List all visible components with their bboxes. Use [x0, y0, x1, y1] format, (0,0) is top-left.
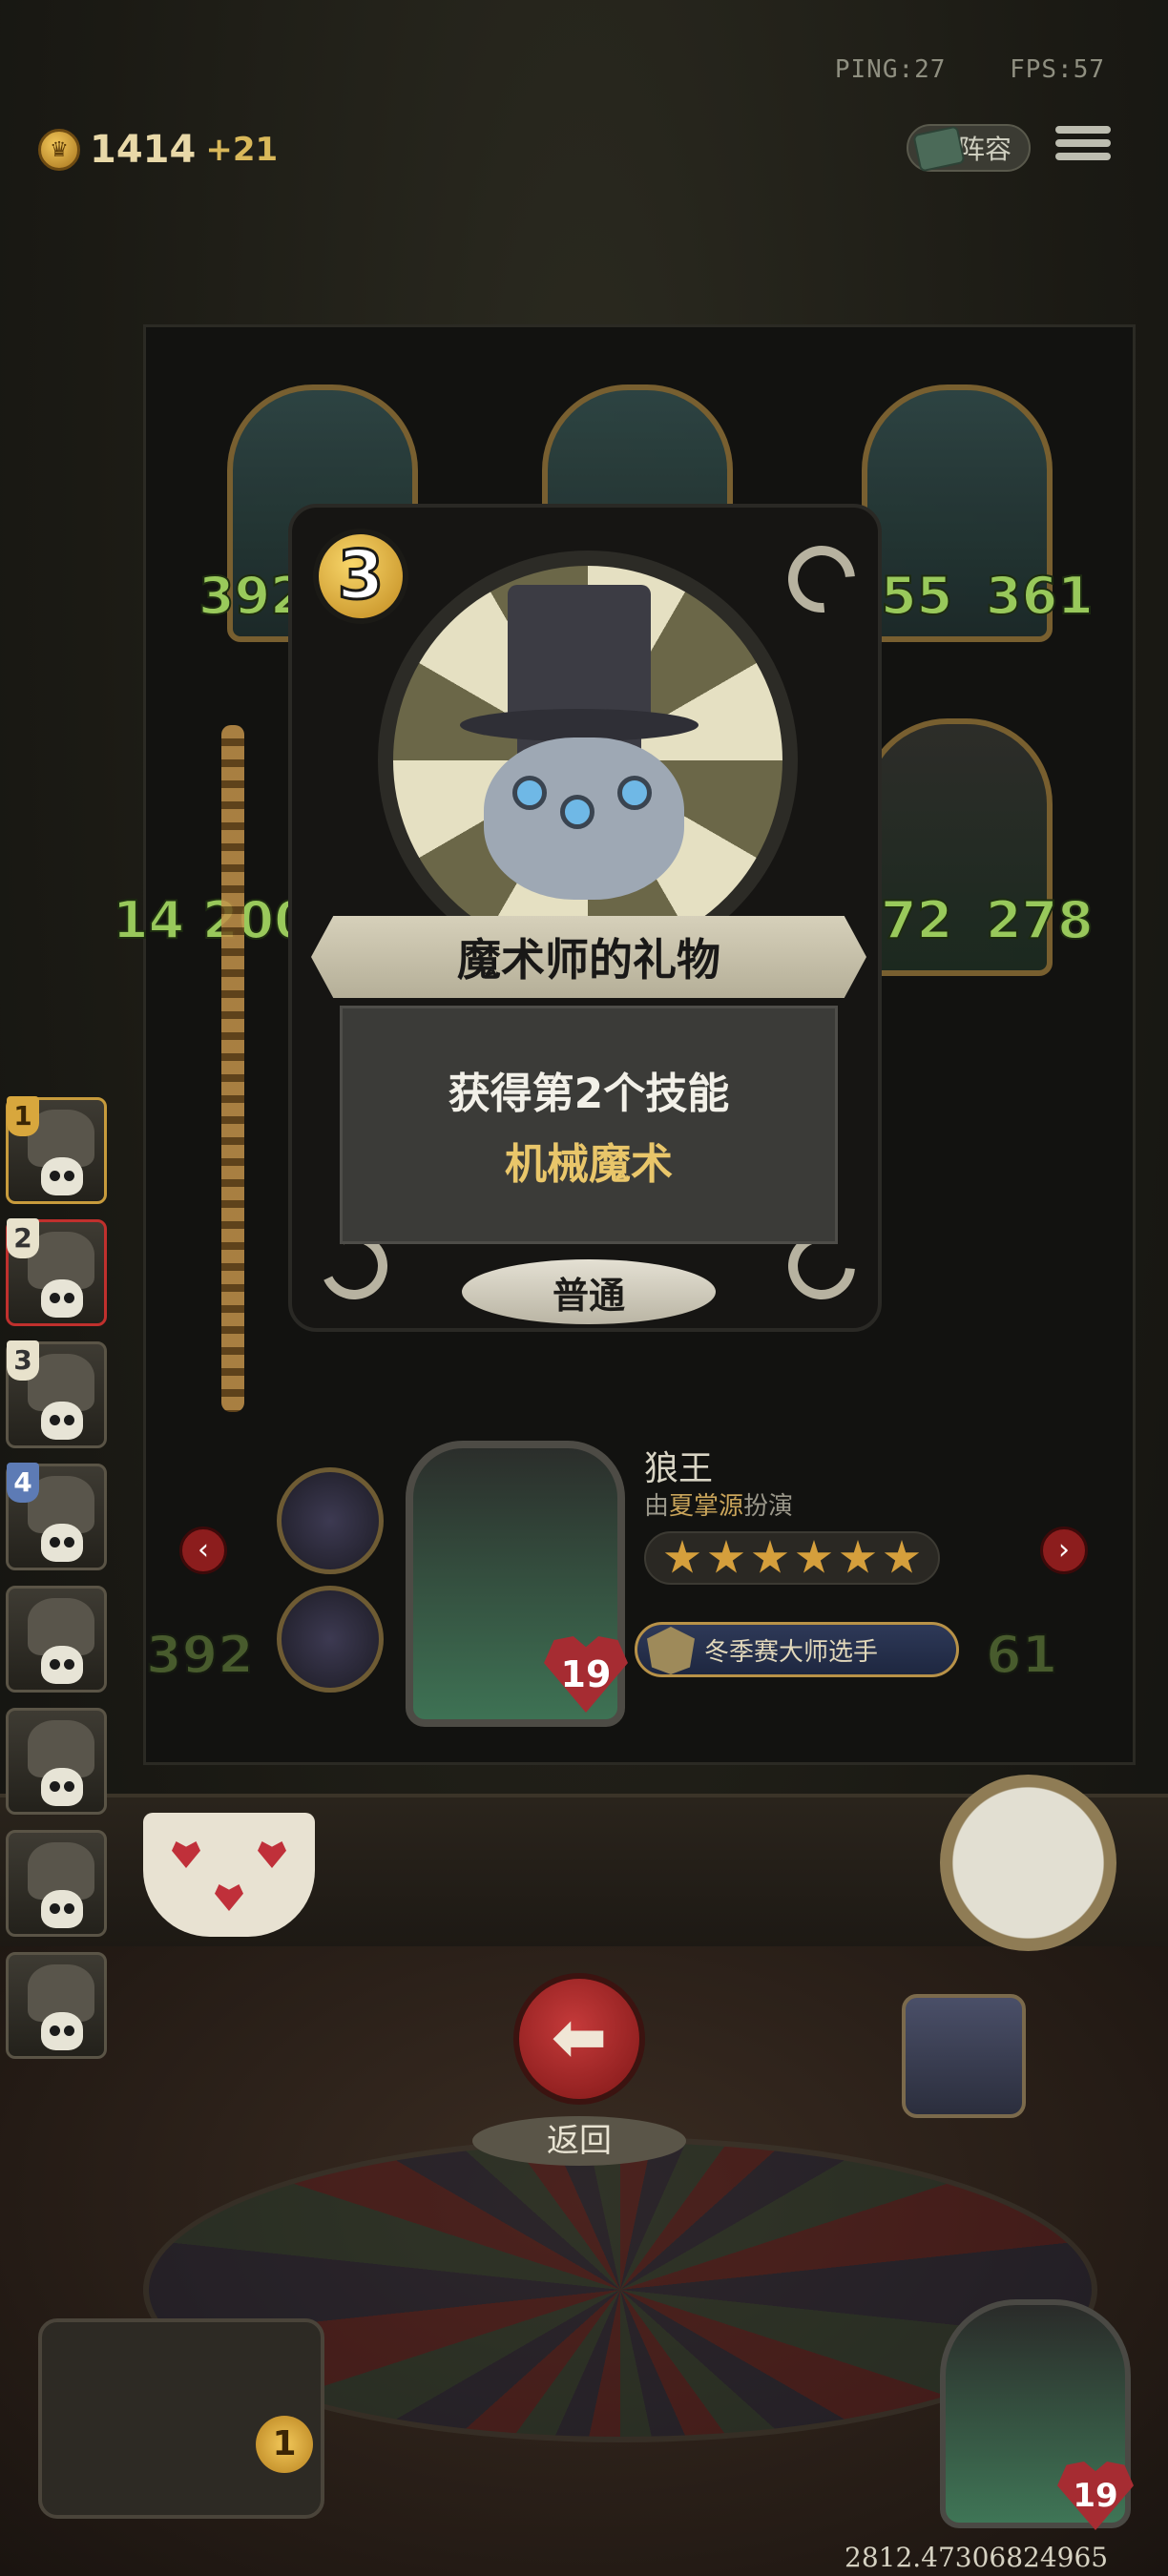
star-icon: [840, 1540, 876, 1573]
hero-actor: 由夏掌源扮演: [644, 1492, 794, 1521]
skull-icon: [41, 1157, 83, 1195]
magician-face: [484, 737, 684, 900]
sidebar-unit-slot[interactable]: 4: [6, 1463, 107, 1570]
unit-stat: 72: [880, 889, 953, 951]
slot-number: 1: [7, 1096, 39, 1136]
unit-stat: 55: [880, 565, 953, 627]
hero-info: ‹ › 19 狼王 由夏掌源扮演 冬季赛大师选手: [143, 1422, 1136, 1755]
skull-icon: [41, 1402, 83, 1440]
lineup-button[interactable]: 阵容: [907, 124, 1031, 173]
pocket-clock: [940, 1775, 1116, 1951]
coordinate-readout: 2812.47306824965: [845, 2542, 1109, 2573]
ping-text: PING:27: [834, 55, 947, 84]
heart-icon: [215, 1884, 243, 1911]
skull-icon: [41, 1768, 83, 1806]
prev-arrow-button[interactable]: ‹: [179, 1527, 227, 1574]
coin-gain: +21: [205, 131, 279, 169]
card-cost: 3: [313, 529, 408, 624]
teacup: [143, 1813, 315, 1937]
card-title: 魔术师的礼物: [457, 934, 720, 986]
hero-name: 狼王: [644, 1449, 714, 1488]
star-icon: [884, 1540, 920, 1573]
hamburger-icon: [1055, 126, 1111, 134]
fps-text: FPS:57: [1010, 55, 1105, 84]
star-icon: [752, 1540, 788, 1573]
magician-artwork: [378, 551, 798, 970]
card-description: 获得第2个技能 机械魔术: [340, 1006, 838, 1244]
skull-icon: [41, 1524, 83, 1562]
treasure-chest[interactable]: [902, 1994, 1026, 2118]
trophy-icon: [647, 1627, 695, 1674]
lineup-label: 阵容: [957, 134, 1012, 165]
actor-name: 夏掌源: [669, 1492, 744, 1521]
card-title-bar: 魔术师的礼物: [311, 916, 866, 998]
sidebar-unit-slot[interactable]: 2: [6, 1218, 107, 1326]
sidebar-unit-slot[interactable]: [6, 1708, 107, 1815]
hero-stars: [644, 1531, 940, 1585]
back-label[interactable]: 返回: [472, 2116, 686, 2166]
sidebar-unit-slot[interactable]: [6, 1952, 107, 2059]
swirl-ornament: [774, 531, 869, 627]
skill-name: 机械魔术: [505, 1140, 673, 1189]
top-hat-icon: [508, 585, 651, 718]
star-icon: [708, 1540, 744, 1573]
sidebar-unit-slot[interactable]: 3: [6, 1340, 107, 1448]
next-arrow-button[interactable]: ›: [1040, 1527, 1088, 1574]
skull-icon: [41, 1646, 83, 1684]
heart-icon: [258, 1841, 286, 1868]
sidebar-unit-slot[interactable]: [6, 1830, 107, 1937]
item-slot-portrait[interactable]: [277, 1586, 384, 1693]
unit-stat: 278: [985, 889, 1095, 951]
badge-label: 冬季赛大师选手: [704, 1637, 879, 1667]
skull-icon: [41, 2012, 83, 2050]
slot-number: 4: [7, 1463, 39, 1503]
slot-number: 3: [7, 1340, 39, 1381]
arrow-left-icon: ⬅: [551, 1998, 608, 2076]
slot-number: 2: [7, 1218, 39, 1258]
sidebar-unit-slot[interactable]: 1: [6, 1096, 107, 1204]
unit-stat: 361: [985, 565, 1095, 627]
crown-coin-icon: ♛: [38, 129, 80, 171]
star-icon: [796, 1540, 832, 1573]
coin-counter: ♛ 1414 +21: [38, 128, 278, 172]
network-stats: PING:27 FPS:57: [835, 55, 1105, 84]
rarity-label: 普通: [462, 1259, 716, 1324]
back-button[interactable]: ⬅: [513, 1973, 645, 2105]
description-line: 获得第2个技能: [448, 1070, 730, 1118]
sidebar-unit-slot[interactable]: [6, 1586, 107, 1693]
star-icon: [664, 1540, 700, 1573]
menu-button[interactable]: [1055, 122, 1111, 172]
title-badge[interactable]: 冬季赛大师选手: [635, 1622, 959, 1677]
skull-icon: [41, 1890, 83, 1928]
skill-slot-portrait[interactable]: [277, 1467, 384, 1574]
heart-icon: [172, 1841, 200, 1868]
deck-count: 1: [256, 2416, 313, 2473]
coin-value: 1414: [90, 128, 197, 172]
skull-icon: [41, 1279, 83, 1318]
skill-card[interactable]: 3 魔术师的礼物 获得第2个技能 机械魔术 普通: [288, 504, 882, 1332]
chain-decoration: [221, 725, 244, 1412]
